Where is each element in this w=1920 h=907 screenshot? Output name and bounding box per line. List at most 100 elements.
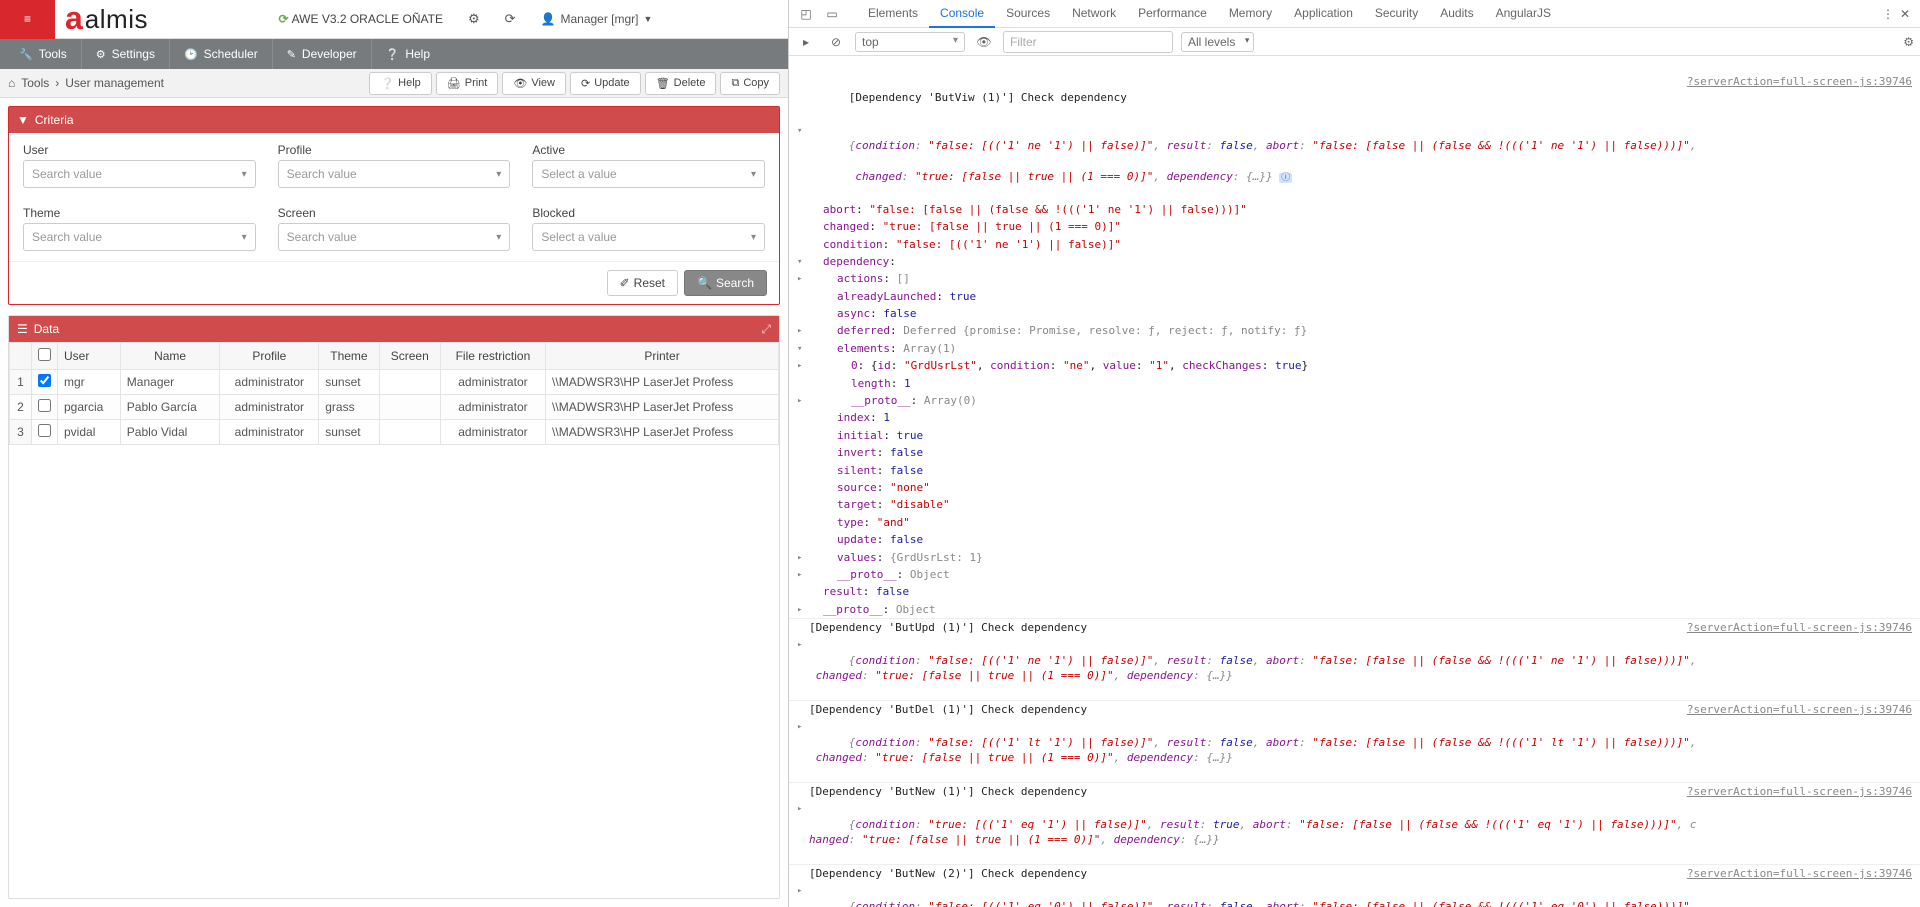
- log-entry: ?serverAction=full-screen-js:39746[Depen…: [789, 865, 1920, 882]
- col-check[interactable]: [32, 343, 58, 370]
- log-prop: abort: "false: [false || (false && !((('…: [789, 201, 1920, 218]
- source-link[interactable]: ?serverAction=full-screen-js:39746: [1677, 702, 1912, 717]
- cell-name: Manager: [120, 370, 220, 395]
- row-checkbox[interactable]: [38, 399, 51, 412]
- log-entry[interactable]: {condition: "false: [(('1' eq '0') || fa…: [789, 882, 1920, 907]
- log-prop: initial: true: [789, 427, 1920, 444]
- devtools-tab-security[interactable]: Security: [1364, 0, 1429, 28]
- menu-scheduler[interactable]: 🕑Scheduler: [170, 39, 273, 69]
- devtools-tab-console[interactable]: Console: [929, 0, 995, 28]
- menu-help[interactable]: ❔Help: [372, 39, 444, 69]
- log-prop[interactable]: dependency:: [789, 253, 1920, 270]
- col-file-restriction[interactable]: File restriction: [440, 343, 545, 370]
- col-printer[interactable]: Printer: [546, 343, 779, 370]
- menu-settings[interactable]: ⚙Settings: [82, 39, 170, 69]
- col-screen[interactable]: Screen: [379, 343, 440, 370]
- data-panel-header[interactable]: ☰ Data ⤢: [9, 316, 779, 342]
- devtools-tab-network[interactable]: Network: [1061, 0, 1127, 28]
- context-select[interactable]: top: [855, 32, 965, 52]
- console-output[interactable]: ?serverAction=full-screen-js:39746 [Depe…: [789, 56, 1920, 907]
- copy-button[interactable]: ⧉Copy: [720, 72, 780, 95]
- logo-text: almis: [85, 4, 148, 35]
- eraser-icon: ✐: [620, 276, 630, 290]
- devtools-tab-performance[interactable]: Performance: [1127, 0, 1218, 28]
- row-checkbox[interactable]: [38, 374, 51, 387]
- profile-dropdown[interactable]: Search value: [278, 160, 511, 188]
- reset-button[interactable]: ✐Reset: [607, 270, 678, 296]
- help-button[interactable]: ❔Help: [369, 72, 431, 95]
- log-entry[interactable]: {condition: "false: [(('1' ne '1') || fa…: [789, 122, 1920, 201]
- active-dropdown[interactable]: Select a value: [532, 160, 765, 188]
- devtools-tab-audits[interactable]: Audits: [1429, 0, 1484, 28]
- sidebar-toggle-icon[interactable]: ▸: [795, 31, 817, 53]
- blocked-dropdown[interactable]: Select a value: [532, 223, 765, 251]
- close-icon[interactable]: ✕: [1900, 7, 1910, 21]
- log-prop[interactable]: __proto__: Array(0): [789, 392, 1920, 409]
- device-icon[interactable]: ▭: [821, 3, 843, 25]
- check-all[interactable]: [38, 348, 51, 361]
- cell-printer: \\MADWSR3\HP LaserJet Profess: [546, 395, 779, 420]
- more-icon[interactable]: ⋮: [1882, 7, 1894, 21]
- table-row[interactable]: 3pvidalPablo Vidaladministratorsunsetadm…: [10, 420, 779, 445]
- menu-toggle[interactable]: ≡: [0, 0, 55, 39]
- trash-icon: 🗑: [656, 77, 670, 90]
- filter-input[interactable]: Filter: [1003, 31, 1173, 53]
- cell-printer: \\MADWSR3\HP LaserJet Profess: [546, 370, 779, 395]
- home-icon[interactable]: ⌂: [8, 76, 15, 90]
- refresh-icon[interactable]: ⟳: [505, 11, 516, 27]
- log-prop[interactable]: __proto__: Object: [789, 566, 1920, 583]
- table-row[interactable]: 1mgrManageradministratorsunsetadministra…: [10, 370, 779, 395]
- print-button[interactable]: 🖨Print: [436, 72, 499, 95]
- view-button[interactable]: 👁View: [502, 72, 566, 95]
- source-link[interactable]: ?serverAction=full-screen-js:39746: [1677, 784, 1912, 799]
- col-user[interactable]: User: [58, 343, 121, 370]
- inspect-icon[interactable]: ◰: [795, 3, 817, 25]
- devtools-tab-elements[interactable]: Elements: [857, 0, 929, 28]
- row-checkbox-cell[interactable]: [32, 420, 58, 445]
- cell-name: Pablo García: [120, 395, 220, 420]
- theme-dropdown[interactable]: Search value: [23, 223, 256, 251]
- log-entry[interactable]: {condition: "false: [(('1' lt '1') || fa…: [789, 718, 1920, 783]
- update-button[interactable]: ⟳Update: [570, 72, 641, 95]
- levels-select[interactable]: All levels: [1181, 32, 1254, 52]
- user-menu[interactable]: 👤 Manager [mgr] ▼: [541, 12, 668, 26]
- log-prop[interactable]: deferred: Deferred {promise: Promise, re…: [789, 322, 1920, 339]
- devtools-tab-sources[interactable]: Sources: [995, 0, 1061, 28]
- expand-icon[interactable]: ⤢: [761, 322, 771, 337]
- log-prop[interactable]: elements: Array(1): [789, 340, 1920, 357]
- gear-icon[interactable]: ⚙: [468, 11, 480, 27]
- live-expression-icon[interactable]: 👁: [973, 31, 995, 53]
- table-row[interactable]: 2pgarciaPablo Garcíaadministratorgrassad…: [10, 395, 779, 420]
- delete-button[interactable]: 🗑Delete: [645, 72, 717, 95]
- col-theme[interactable]: Theme: [319, 343, 379, 370]
- log-entry[interactable]: {condition: "false: [(('1' ne '1') || fa…: [789, 636, 1920, 701]
- log-prop[interactable]: values: {GrdUsrLst: 1}: [789, 549, 1920, 566]
- screen-dropdown[interactable]: Search value: [278, 223, 511, 251]
- console-toolbar: ▸ ⊘ top 👁 Filter All levels ⚙: [789, 28, 1920, 56]
- devtools-tab-application[interactable]: Application: [1283, 0, 1364, 28]
- source-link[interactable]: ?serverAction=full-screen-js:39746: [1677, 74, 1912, 89]
- log-entry: ?serverAction=full-screen-js:39746[Depen…: [789, 619, 1920, 636]
- col-profile[interactable]: Profile: [220, 343, 319, 370]
- clear-console-icon[interactable]: ⊘: [825, 31, 847, 53]
- criteria-panel-header[interactable]: ▼ Criteria: [9, 107, 779, 133]
- devtools-tab-angularjs[interactable]: AngularJS: [1485, 0, 1562, 28]
- devtools-tab-memory[interactable]: Memory: [1218, 0, 1283, 28]
- source-link[interactable]: ?serverAction=full-screen-js:39746: [1677, 620, 1912, 635]
- console-settings-icon[interactable]: ⚙: [1903, 35, 1914, 49]
- menu-tools[interactable]: 🔧Tools: [5, 39, 82, 69]
- log-prop[interactable]: actions: []: [789, 270, 1920, 287]
- search-button[interactable]: 🔍Search: [684, 270, 767, 296]
- breadcrumb-level1[interactable]: Tools: [21, 76, 49, 90]
- row-checkbox-cell[interactable]: [32, 395, 58, 420]
- col-name[interactable]: Name: [120, 343, 220, 370]
- log-entry[interactable]: {condition: "true: [(('1' eq '1') || fal…: [789, 800, 1920, 865]
- user-dropdown[interactable]: Search value: [23, 160, 256, 188]
- menu-developer[interactable]: ✎Developer: [273, 39, 372, 69]
- row-checkbox[interactable]: [38, 424, 51, 437]
- log-prop[interactable]: 0: {id: "GrdUsrLst", condition: "ne", va…: [789, 357, 1920, 374]
- log-prop[interactable]: __proto__: Object: [789, 601, 1920, 619]
- row-checkbox-cell[interactable]: [32, 370, 58, 395]
- source-link[interactable]: ?serverAction=full-screen-js:39746: [1677, 866, 1912, 881]
- user-label: Manager [mgr]: [560, 12, 638, 26]
